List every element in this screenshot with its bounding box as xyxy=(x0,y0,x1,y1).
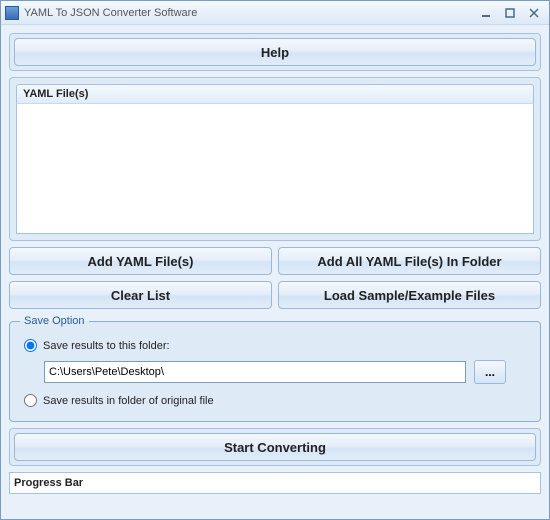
output-folder-input[interactable] xyxy=(44,361,466,383)
radio-original[interactable] xyxy=(24,394,37,407)
clear-list-button[interactable]: Clear List xyxy=(9,281,272,309)
files-panel: YAML File(s) xyxy=(9,77,541,241)
radio-to-folder-row[interactable]: Save results to this folder: xyxy=(24,339,526,352)
save-option-group: Save Option Save results to this folder:… xyxy=(9,315,541,422)
add-files-button[interactable]: Add YAML File(s) xyxy=(9,247,272,275)
start-panel: Start Converting xyxy=(9,428,541,466)
close-icon xyxy=(529,8,539,18)
files-header: YAML File(s) xyxy=(16,84,534,104)
progress-bar: Progress Bar xyxy=(9,472,541,494)
save-option-legend: Save Option xyxy=(20,315,89,327)
maximize-icon xyxy=(505,8,515,18)
window-title: YAML To JSON Converter Software xyxy=(24,7,197,19)
browse-button[interactable]: ... xyxy=(474,360,506,384)
minimize-button[interactable] xyxy=(475,5,497,21)
radio-to-folder[interactable] xyxy=(24,339,37,352)
client-area: Help YAML File(s) Add YAML File(s) Add A… xyxy=(1,25,549,519)
progress-label: Progress Bar xyxy=(14,477,83,489)
titlebar: YAML To JSON Converter Software xyxy=(1,1,549,25)
load-sample-button[interactable]: Load Sample/Example Files xyxy=(278,281,541,309)
help-button[interactable]: Help xyxy=(14,38,536,66)
close-button[interactable] xyxy=(523,5,545,21)
radio-original-label: Save results in folder of original file xyxy=(43,395,214,407)
path-row: ... xyxy=(44,360,506,384)
maximize-button[interactable] xyxy=(499,5,521,21)
add-folder-button[interactable]: Add All YAML File(s) In Folder xyxy=(278,247,541,275)
action-buttons: Add YAML File(s) Add All YAML File(s) In… xyxy=(9,247,541,309)
files-list[interactable] xyxy=(16,104,534,234)
start-converting-button[interactable]: Start Converting xyxy=(14,433,536,461)
app-icon xyxy=(5,6,19,20)
radio-original-row[interactable]: Save results in folder of original file xyxy=(24,394,526,407)
radio-to-folder-label: Save results to this folder: xyxy=(43,340,170,352)
help-panel: Help xyxy=(9,33,541,71)
app-window: YAML To JSON Converter Software Help YAM… xyxy=(0,0,550,520)
minimize-icon xyxy=(481,8,491,18)
